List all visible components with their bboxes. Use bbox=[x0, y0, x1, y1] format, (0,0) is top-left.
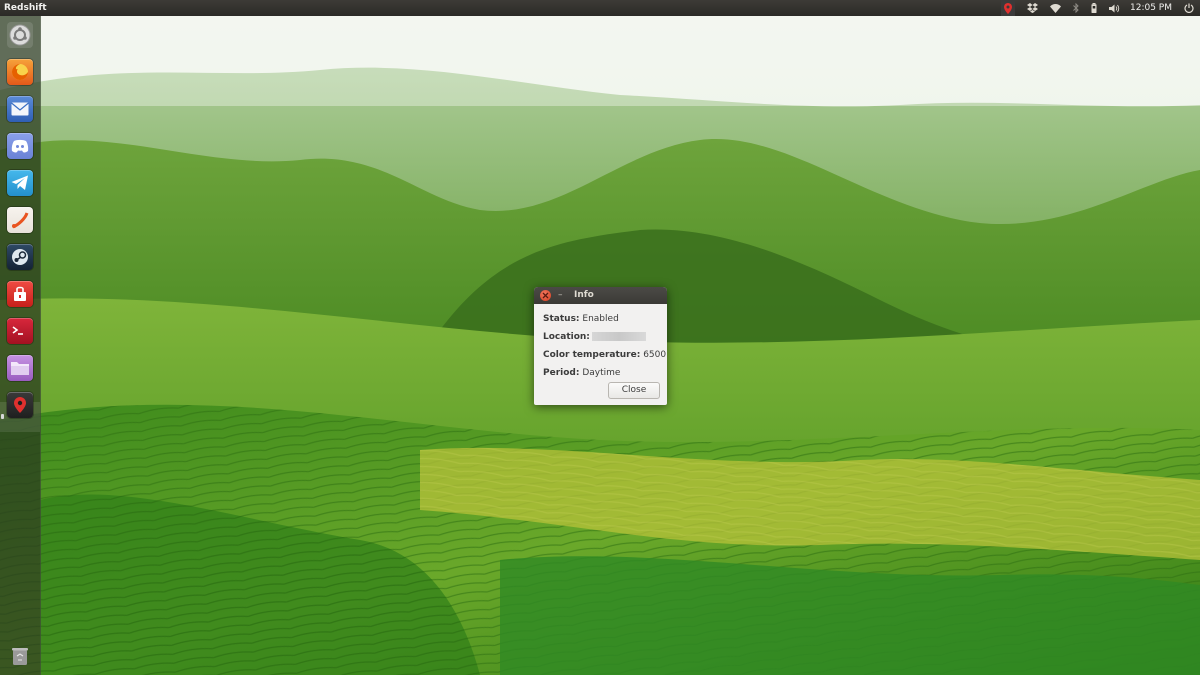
app-title: Redshift bbox=[4, 3, 47, 13]
location-row: Location: bbox=[543, 331, 646, 343]
volume-icon[interactable] bbox=[1109, 0, 1120, 16]
launcher-item-trash[interactable] bbox=[7, 643, 33, 669]
mail-icon bbox=[11, 102, 29, 116]
launcher bbox=[0, 16, 41, 675]
color-temperature-label: Color temperature: bbox=[543, 350, 641, 360]
launcher-item-ubuntu-one[interactable] bbox=[7, 281, 33, 307]
launcher-item-terminal[interactable] bbox=[7, 318, 33, 344]
period-label: Period: bbox=[543, 368, 580, 378]
dialog-minimize-button[interactable]: – bbox=[558, 289, 563, 301]
info-dialog: – Info Status: Enabled Location: Color t… bbox=[534, 287, 667, 405]
dialog-titlebar[interactable]: – Info bbox=[534, 287, 667, 304]
dialog-title: Info bbox=[574, 290, 594, 300]
files-icon bbox=[11, 362, 29, 375]
wifi-icon[interactable] bbox=[1050, 0, 1061, 16]
close-button[interactable]: Close bbox=[608, 382, 660, 399]
color-temperature-value: 6500K bbox=[643, 350, 667, 360]
launcher-running-indicator bbox=[1, 414, 4, 419]
trash-icon bbox=[12, 648, 28, 665]
top-panel: Redshift 12:05 PM bbox=[0, 0, 1200, 16]
ubuntu-one-icon bbox=[14, 286, 26, 301]
period-value: Daytime bbox=[582, 368, 621, 378]
desktop-screen: Redshift 12:05 PM – Info Status: Enabled… bbox=[0, 0, 1200, 675]
launcher-item-telegram[interactable] bbox=[7, 170, 33, 196]
launcher-item-ubuntu-software[interactable] bbox=[7, 207, 33, 233]
steam-icon bbox=[12, 249, 28, 265]
ubuntu-dash-icon bbox=[9, 24, 31, 46]
bluetooth-icon[interactable] bbox=[1073, 0, 1079, 16]
status-label: Status: bbox=[543, 314, 580, 324]
launcher-item-firefox[interactable] bbox=[7, 59, 33, 85]
redshift-icon bbox=[14, 397, 26, 413]
firefox-icon bbox=[12, 64, 28, 80]
dropbox-icon[interactable] bbox=[1027, 0, 1038, 16]
battery-icon[interactable] bbox=[1091, 0, 1097, 16]
launcher-item-redshift[interactable] bbox=[7, 392, 33, 418]
launcher-item-mail[interactable] bbox=[7, 96, 33, 122]
launcher-item-discord[interactable] bbox=[7, 133, 33, 159]
power-icon[interactable] bbox=[1184, 0, 1194, 16]
period-row: Period: Daytime bbox=[543, 367, 620, 379]
indicator-area: 12:05 PM bbox=[1001, 0, 1194, 16]
discord-icon bbox=[11, 139, 29, 153]
telegram-icon bbox=[11, 175, 28, 190]
launcher-item-dash[interactable] bbox=[7, 22, 33, 48]
close-icon bbox=[542, 292, 549, 299]
location-label: Location: bbox=[543, 332, 590, 342]
dialog-close-button[interactable] bbox=[540, 290, 551, 301]
clock[interactable]: 12:05 PM bbox=[1130, 0, 1172, 16]
ubuntu-software-icon bbox=[12, 212, 29, 229]
launcher-item-steam[interactable] bbox=[7, 244, 33, 270]
color-temperature-row: Color temperature: 6500K bbox=[543, 349, 667, 361]
launcher-item-files[interactable] bbox=[7, 355, 33, 381]
status-value: Enabled bbox=[582, 314, 619, 324]
location-value-redacted bbox=[591, 332, 646, 341]
terminal-icon bbox=[12, 326, 23, 335]
redshift-indicator-icon[interactable] bbox=[1001, 0, 1015, 16]
status-row: Status: Enabled bbox=[543, 313, 619, 325]
